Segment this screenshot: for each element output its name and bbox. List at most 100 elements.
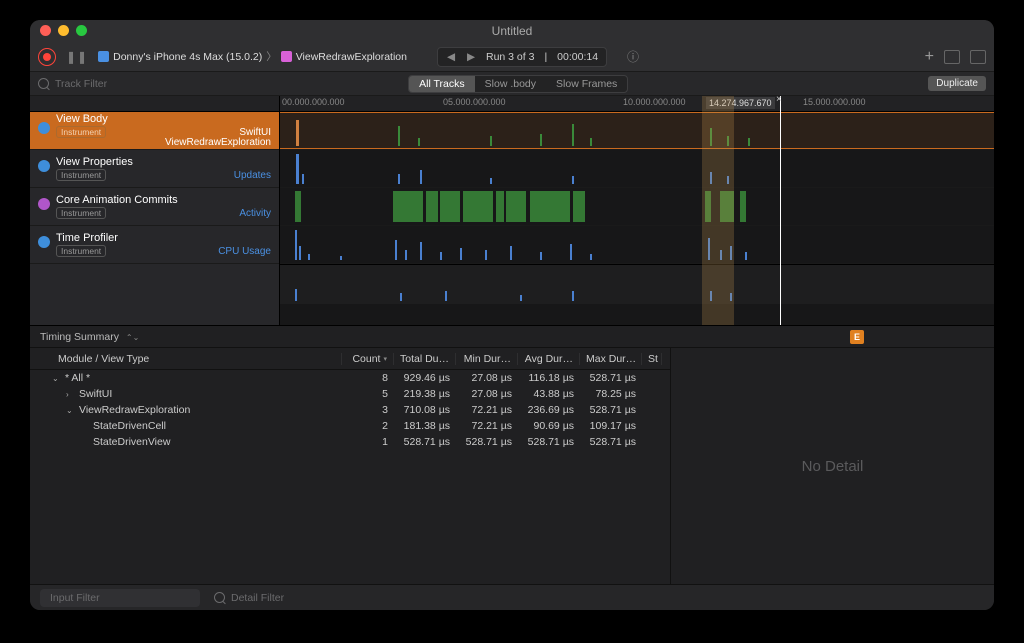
track-name: Core Animation Commits [56, 194, 271, 206]
table-row[interactable]: ›SwiftUI5219.38 µs27.08 µs43.88 µs78.25 … [30, 386, 670, 402]
cell-total: 710.08 µs [394, 404, 456, 416]
track-head-core-animation[interactable]: Core Animation Commits Instrument Activi… [30, 188, 279, 226]
prev-run-icon[interactable]: ◀ [446, 51, 456, 63]
sort-caret-icon: ▾ [383, 355, 387, 363]
tracks-area: View Body Instrument SwiftUI ViewRedrawE… [30, 96, 994, 326]
table-row[interactable]: StateDrivenCell2181.38 µs72.21 µs90.69 µ… [30, 418, 670, 434]
time-ruler[interactable]: 00.000.000.000 05.000.000.000 10.000.000… [280, 96, 994, 112]
table-row[interactable]: StateDrivenView1528.71 µs528.71 µs528.71… [30, 434, 670, 450]
input-filter[interactable]: Input Filter [40, 589, 200, 607]
disclosure-icon[interactable]: ⌄ [66, 406, 75, 415]
minimize-button[interactable] [58, 25, 69, 36]
disclosure-icon[interactable]: ⌄ [52, 374, 61, 383]
track-name: View Body [56, 113, 271, 125]
lane-view-body[interactable] [280, 112, 994, 150]
toolbar: ❚❚ Donny's iPhone 4s Max (15.0.2) 〉 View… [30, 42, 994, 72]
cell-min: 72.21 µs [456, 404, 518, 416]
table-body[interactable]: ⌄* All *8929.46 µs27.08 µs116.18 µs528.7… [30, 370, 670, 584]
table-row[interactable]: ⌄* All *8929.46 µs27.08 µs116.18 µs528.7… [30, 370, 670, 386]
run-selector[interactable]: ◀ ▶ Run 3 of 3 | 00:00:14 [437, 47, 607, 67]
cell-total: 181.38 µs [394, 420, 456, 432]
record-button[interactable] [38, 48, 56, 66]
instrument-badge: Instrument [56, 207, 106, 219]
ruler-tick: 15.000.000.000 [803, 97, 866, 107]
track-dot-icon [38, 122, 50, 134]
filter-icon [214, 592, 225, 603]
seg-all-tracks[interactable]: All Tracks [409, 76, 475, 92]
filter-bar: Track Filter All Tracks Slow .body Slow … [30, 72, 994, 96]
track-head-time-profiler[interactable]: Time Profiler Instrument CPU Usage [30, 226, 279, 264]
row-label: * All * [65, 372, 90, 384]
cell-max: 78.25 µs [580, 388, 642, 400]
cell-min: 72.21 µs [456, 420, 518, 432]
lane-view-properties[interactable] [280, 150, 994, 188]
cell-max: 528.71 µs [580, 404, 642, 416]
detail-header: Timing Summary ⌃⌄ E [30, 326, 994, 348]
row-label: StateDrivenView [93, 436, 170, 448]
detail-filter[interactable]: Detail Filter [214, 592, 284, 604]
col-total[interactable]: Total Du… [394, 353, 456, 365]
track-right-label-2: ViewRedrawExploration [165, 137, 271, 148]
extended-badge[interactable]: E [850, 330, 864, 344]
cell-count: 2 [342, 420, 394, 432]
add-button[interactable]: + [925, 48, 934, 66]
app-icon [281, 51, 292, 62]
detail-mode-selector[interactable]: Timing Summary ⌃⌄ [40, 331, 139, 343]
col-avg[interactable]: Avg Dur… [518, 353, 580, 365]
time-selection[interactable] [702, 96, 734, 325]
device-label: Donny's iPhone 4s Max (15.0.2) [113, 51, 262, 63]
target-breadcrumb[interactable]: Donny's iPhone 4s Max (15.0.2) 〉 ViewRed… [98, 49, 407, 64]
table-row[interactable]: ⌄ ViewRedrawExploration 3710.08 µs72.21 µs… [30, 402, 670, 418]
view-toggle-2[interactable] [970, 50, 986, 64]
timing-table: Module / View Type Count▾ Total Du… Min … [30, 348, 670, 584]
col-max[interactable]: Max Dur… [580, 353, 642, 365]
ruler-tick: 05.000.000.000 [443, 97, 506, 107]
track-head-view-properties[interactable]: View Properties Instrument Updates [30, 150, 279, 188]
cell-avg: 236.69 µs [518, 404, 580, 416]
col-module[interactable]: Module / View Type [52, 353, 342, 365]
run-time: 00:00:14 [557, 51, 598, 63]
cell-count: 8 [342, 372, 394, 384]
side-detail: No Detail [670, 348, 994, 584]
col-min[interactable]: Min Dur… [456, 353, 518, 365]
detail-pane: Timing Summary ⌃⌄ E Module / View Type C… [30, 326, 994, 584]
track-head-view-body[interactable]: View Body Instrument SwiftUI ViewRedrawE… [30, 112, 279, 150]
info-icon[interactable]: ⓘ [627, 48, 639, 65]
cell-count: 5 [342, 388, 394, 400]
track-dot-icon [38, 236, 50, 248]
bottom-bar: Input Filter Detail Filter [30, 584, 994, 610]
ruler-tick: 10.000.000.000 [623, 97, 686, 107]
seg-slow-body[interactable]: Slow .body [475, 76, 546, 92]
disclosure-icon[interactable]: › [66, 390, 75, 399]
traffic-lights [40, 25, 87, 36]
track-lanes[interactable]: 00.000.000.000 05.000.000.000 10.000.000… [280, 96, 994, 325]
row-label: StateDrivenCell [93, 420, 166, 432]
cell-count: 3 [342, 404, 394, 416]
playhead[interactable] [780, 96, 781, 325]
titlebar: Untitled [30, 20, 994, 42]
pause-button[interactable]: ❚❚ [66, 50, 88, 64]
track-filter-input[interactable]: Track Filter [38, 78, 107, 90]
next-run-icon[interactable]: ▶ [466, 51, 476, 63]
cell-avg: 43.88 µs [518, 388, 580, 400]
close-button[interactable] [40, 25, 51, 36]
col-st[interactable]: St [642, 353, 662, 365]
track-filter-placeholder: Track Filter [55, 78, 107, 90]
updown-icon: ⌃⌄ [126, 333, 139, 342]
lane-core-animation[interactable] [280, 188, 994, 226]
lane-time-profiler[interactable] [280, 226, 994, 264]
duplicate-button[interactable]: Duplicate [928, 76, 986, 91]
zoom-button[interactable] [76, 25, 87, 36]
track-dot-icon [38, 198, 50, 210]
row-label: ViewRedrawExploration [79, 404, 190, 416]
track-right-label: Updates [234, 170, 271, 181]
no-detail-label: No Detail [802, 458, 864, 475]
minimap[interactable] [280, 264, 994, 304]
cell-max: 528.71 µs [580, 372, 642, 384]
cell-total: 219.38 µs [394, 388, 456, 400]
cell-min: 528.71 µs [456, 436, 518, 448]
seg-slow-frames[interactable]: Slow Frames [546, 76, 627, 92]
col-count[interactable]: Count▾ [342, 353, 394, 365]
track-name: View Properties [56, 156, 271, 168]
view-toggle-1[interactable] [944, 50, 960, 64]
